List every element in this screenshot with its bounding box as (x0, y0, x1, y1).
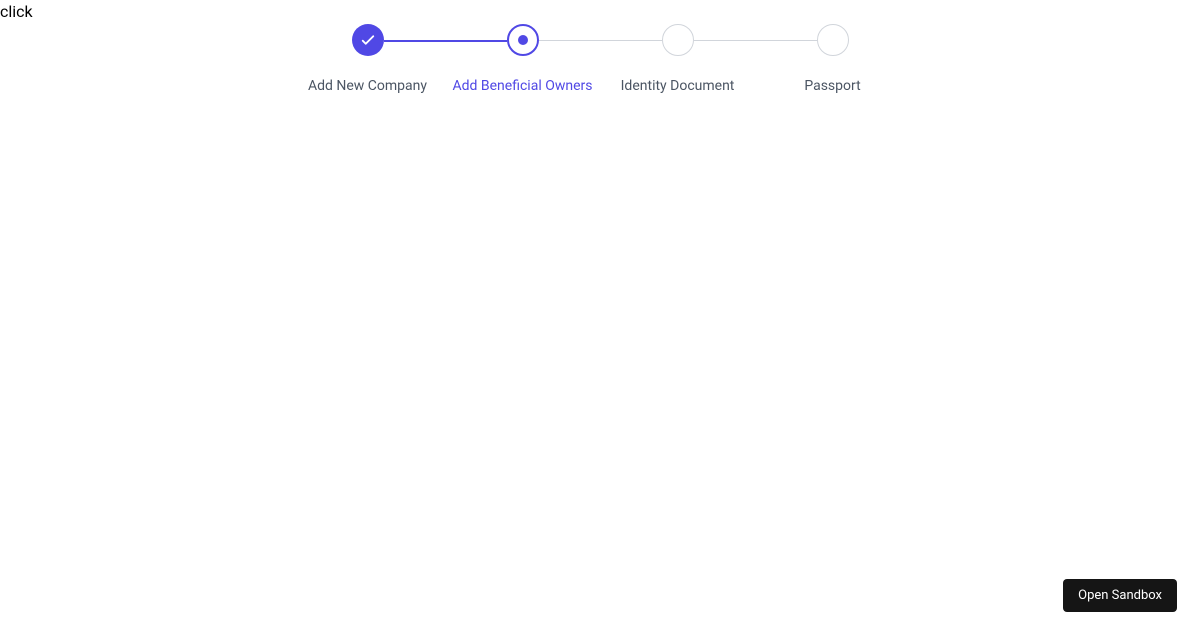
step-circle-pending (817, 24, 849, 56)
step-add-new-company[interactable]: Add New Company (290, 24, 445, 94)
step-label: Add New Company (308, 78, 427, 94)
step-circle-completed (352, 24, 384, 56)
step-circle-pending (662, 24, 694, 56)
step-circle-active (507, 24, 539, 56)
step-label: Passport (804, 78, 860, 94)
step-identity-document[interactable]: Identity Document (600, 24, 755, 94)
checkmark-icon (359, 31, 377, 49)
step-passport[interactable]: Passport (755, 24, 910, 94)
step-connector-1 (384, 40, 507, 42)
stepper: Add New Company Add Beneficial Owners Id… (290, 24, 910, 94)
open-sandbox-button[interactable]: Open Sandbox (1063, 579, 1177, 612)
top-click-label: click (0, 2, 33, 21)
stepper-container: Add New Company Add Beneficial Owners Id… (290, 24, 910, 94)
step-connector-2 (539, 40, 662, 41)
step-label: Add Beneficial Owners (453, 78, 593, 94)
step-connector-3 (694, 40, 817, 41)
step-add-beneficial-owners[interactable]: Add Beneficial Owners (445, 24, 600, 94)
step-label: Identity Document (621, 78, 735, 94)
